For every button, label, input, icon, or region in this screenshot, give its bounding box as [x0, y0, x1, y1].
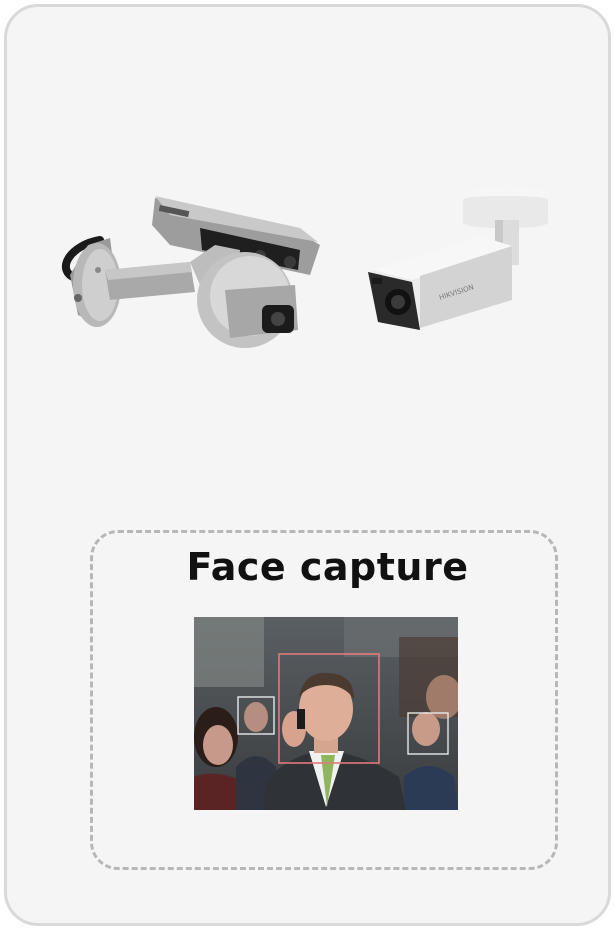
- product-images: HIKVISION: [61, 186, 548, 348]
- face-capture-title: Face capture: [186, 545, 469, 589]
- crowd-face-detection-photo: [194, 617, 458, 810]
- dome-panoramic-camera-icon: [61, 196, 320, 348]
- bullet-camera-icon: HIKVISION: [368, 186, 548, 330]
